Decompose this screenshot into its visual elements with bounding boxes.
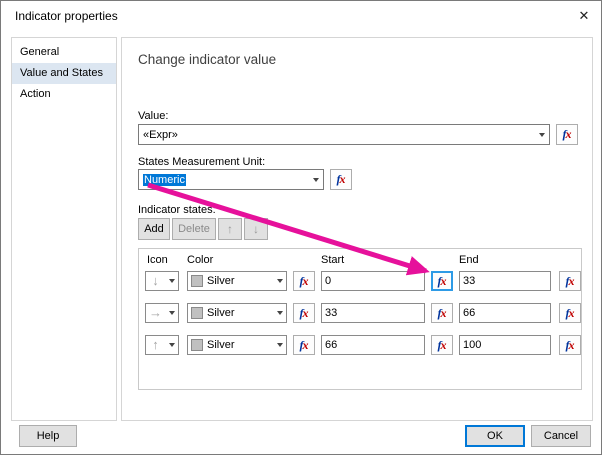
start-expression-button[interactable]: fx (431, 335, 453, 355)
color-dropdown-value: Silver (207, 339, 235, 351)
value-dropdown-value: «Expr» (143, 128, 178, 141)
color-swatch (191, 339, 203, 351)
end-input[interactable] (459, 303, 551, 323)
column-header-icon: Icon (147, 254, 168, 266)
color-swatch (191, 307, 203, 319)
table-row: → Silver fx fx fx (139, 303, 581, 325)
indicator-states-label: Indicator states: (138, 204, 216, 216)
unit-dropdown[interactable]: Numeric (138, 169, 324, 190)
sidebar-item-value-and-states[interactable]: Value and States (12, 63, 116, 84)
chevron-down-icon (273, 304, 286, 322)
chevron-down-icon (308, 170, 323, 189)
down-arrow-icon: ↓ (152, 273, 159, 288)
end-expression-button[interactable]: fx (559, 303, 581, 323)
ok-button[interactable]: OK (465, 425, 525, 447)
icon-dropdown[interactable]: ↓ (145, 271, 179, 291)
column-header-end: End (459, 254, 479, 266)
sidebar: General Value and States Action (11, 37, 117, 421)
table-row: ↑ Silver fx fx fx (139, 335, 581, 357)
end-expression-button[interactable]: fx (559, 271, 581, 291)
chevron-down-icon (534, 125, 549, 144)
dialog-title: Indicator properties (15, 9, 118, 23)
value-label: Value: (138, 110, 169, 122)
unit-dropdown-value: Numeric (143, 173, 186, 186)
move-up-button[interactable]: ↑ (218, 218, 242, 240)
table-row: ↓ Silver fx fx fx (139, 271, 581, 293)
unit-expression-button[interactable]: fx (330, 169, 352, 190)
unit-label: States Measurement Unit: (138, 156, 266, 168)
chevron-down-icon (273, 336, 286, 354)
title-bar: Indicator properties ✕ (1, 1, 601, 31)
down-arrow-icon: ↓ (253, 222, 259, 236)
color-dropdown[interactable]: Silver (187, 271, 287, 291)
sidebar-item-general[interactable]: General (12, 42, 116, 63)
sidebar-item-action[interactable]: Action (12, 84, 116, 105)
start-input[interactable] (321, 271, 425, 291)
chevron-down-icon (165, 272, 178, 290)
end-input[interactable] (459, 335, 551, 355)
end-input[interactable] (459, 271, 551, 291)
cancel-button[interactable]: Cancel (531, 425, 591, 447)
close-icon[interactable]: ✕ (574, 8, 594, 26)
color-expression-button[interactable]: fx (293, 303, 315, 323)
chevron-down-icon (165, 304, 178, 322)
delete-button[interactable]: Delete (172, 218, 216, 240)
start-expression-button[interactable]: fx (431, 303, 453, 323)
color-dropdown[interactable]: Silver (187, 335, 287, 355)
up-arrow-icon: ↑ (227, 222, 233, 236)
color-expression-button[interactable]: fx (293, 271, 315, 291)
icon-dropdown[interactable]: → (145, 303, 179, 323)
color-dropdown-value: Silver (207, 307, 235, 319)
help-button[interactable]: Help (19, 425, 77, 447)
right-arrow-icon: → (149, 305, 162, 320)
indicator-states-table: Icon Color Start End ↓ Silver fx fx (138, 248, 582, 390)
color-dropdown[interactable]: Silver (187, 303, 287, 323)
page-title: Change indicator value (138, 52, 277, 67)
column-header-start: Start (321, 254, 345, 266)
column-header-color: Color (187, 254, 214, 266)
up-arrow-icon: ↑ (152, 337, 159, 352)
start-expression-button[interactable]: fx (431, 271, 453, 291)
value-dropdown[interactable]: «Expr» (138, 124, 550, 145)
indicator-properties-dialog: Indicator properties ✕ General Value and… (0, 0, 602, 455)
value-expression-button[interactable]: fx (556, 124, 578, 145)
color-expression-button[interactable]: fx (293, 335, 315, 355)
icon-dropdown[interactable]: ↑ (145, 335, 179, 355)
move-down-button[interactable]: ↓ (244, 218, 268, 240)
color-dropdown-value: Silver (207, 275, 235, 287)
end-expression-button[interactable]: fx (559, 335, 581, 355)
chevron-down-icon (273, 272, 286, 290)
start-input[interactable] (321, 335, 425, 355)
start-input[interactable] (321, 303, 425, 323)
add-button[interactable]: Add (138, 218, 170, 240)
main-panel: Change indicator value Value: «Expr» fx … (121, 37, 593, 421)
chevron-down-icon (165, 336, 178, 354)
color-swatch (191, 275, 203, 287)
